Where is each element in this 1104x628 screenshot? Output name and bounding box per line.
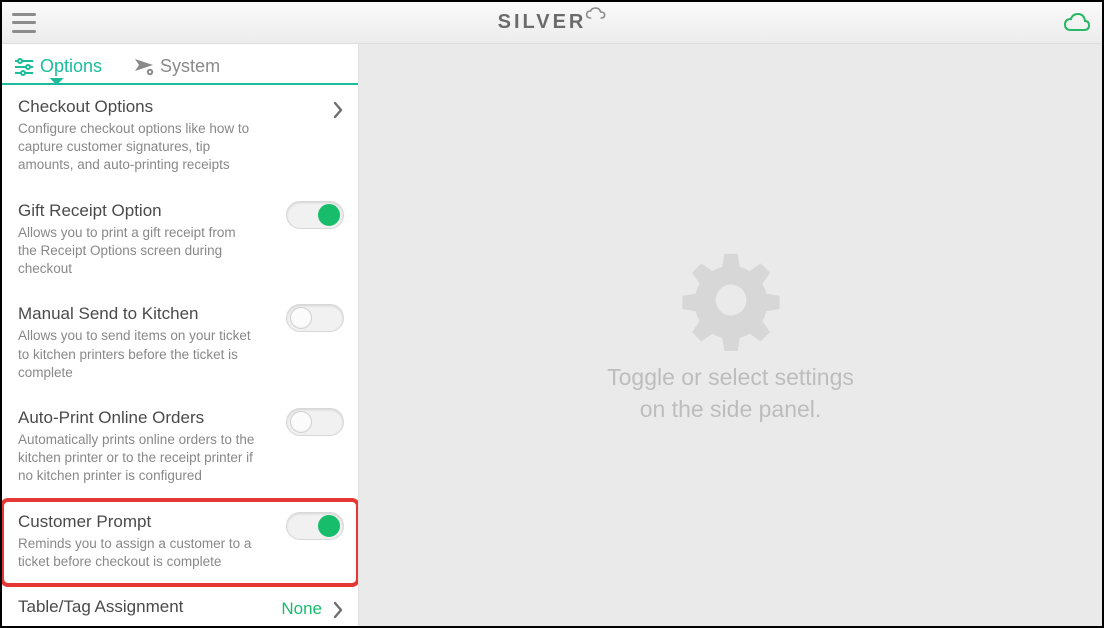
chevron-right-icon [332, 601, 344, 619]
header-bar: SILVER [2, 2, 1102, 44]
item-title: Checkout Options [18, 97, 342, 117]
cloud-status-icon[interactable] [1062, 12, 1092, 34]
toggle-manual-send-kitchen[interactable] [286, 304, 344, 332]
item-manual-send-kitchen: Manual Send to Kitchen Allows you to sen… [2, 292, 358, 396]
toggle-customer-prompt[interactable] [286, 512, 344, 540]
item-desc: Configure checkout options like how to c… [18, 120, 258, 175]
sidebar-tabs: Options System [2, 44, 358, 85]
gear-icon [676, 245, 786, 355]
settings-sidebar: Options System Checkout Options Configur… [2, 44, 359, 626]
settings-list: Checkout Options Configure checkout opti… [2, 85, 358, 626]
item-checkout-options[interactable]: Checkout Options Configure checkout opti… [2, 85, 358, 189]
item-value: None [281, 599, 322, 619]
main-detail-pane: Toggle or select settings on the side pa… [359, 44, 1102, 626]
item-table-tag-assignment[interactable]: Table/Tag Assignment None [2, 585, 358, 624]
item-desc: Allows you to send items on your ticket … [18, 327, 258, 382]
paperplane-gear-icon [134, 58, 154, 76]
item-gift-receipt: Gift Receipt Option Allows you to print … [2, 189, 358, 293]
hamburger-icon[interactable] [12, 13, 36, 33]
item-desc: Allows you to print a gift receipt from … [18, 224, 258, 279]
item-desc: Reminds you to assign a customer to a ti… [18, 535, 258, 571]
chevron-right-icon [332, 101, 344, 119]
toggle-auto-print-online[interactable] [286, 408, 344, 436]
tab-system[interactable]: System [128, 52, 226, 83]
item-customer-prompt: Customer Prompt Reminds you to assign a … [2, 500, 358, 585]
item-auto-print-online: Auto-Print Online Orders Automatically p… [2, 396, 358, 500]
item-desc: Automatically prints online orders to th… [18, 431, 258, 486]
tab-system-label: System [160, 56, 220, 77]
sliders-icon [14, 58, 34, 76]
brand-logo: SILVER [498, 11, 607, 34]
toggle-gift-receipt[interactable] [286, 201, 344, 229]
tab-options[interactable]: Options [8, 52, 108, 83]
tab-options-label: Options [40, 56, 102, 77]
placeholder-text: Toggle or select settings on the side pa… [607, 361, 854, 425]
